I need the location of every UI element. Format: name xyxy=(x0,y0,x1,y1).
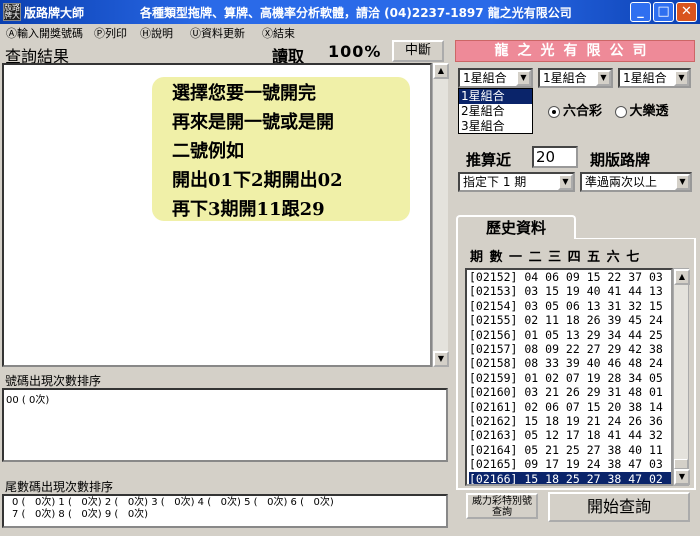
combo-star-3[interactable]: 1星組合 ▼ xyxy=(618,68,691,88)
radio-liuhecai-label[interactable]: 六合彩 xyxy=(563,104,602,119)
title-bar: 版路牌大 版路牌大師 各種類型拖牌、算牌、高機率分析軟體，請洽 (04)2237… xyxy=(0,0,700,24)
number-frequency-title: 號碼出現次數排序 xyxy=(5,374,102,388)
combo-value: 指定下 1 期 xyxy=(463,175,527,189)
combo-star-2[interactable]: 1星組合 ▼ xyxy=(538,68,613,88)
maximize-button[interactable]: □ xyxy=(653,2,674,22)
radio-daletou[interactable] xyxy=(614,105,627,118)
menu-bar: Ⓐ輸入開獎號碼 Ⓟ列印 Ⓗ說明 Ⓤ資料更新 Ⓧ結束 xyxy=(0,24,700,40)
frequency-entry: 00 ( 0次) xyxy=(6,395,50,406)
menu-input-numbers[interactable]: Ⓐ輸入開獎號碼 xyxy=(6,25,83,41)
history-row[interactable]: [02166] 15 18 25 27 38 47 02 xyxy=(469,471,671,484)
close-button[interactable]: ✕ xyxy=(676,2,697,22)
stop-button[interactable]: 中斷 xyxy=(392,40,444,62)
period-count-input[interactable]: 20 xyxy=(532,146,578,168)
menu-help[interactable]: Ⓗ說明 xyxy=(140,25,173,41)
combo-value: 1星組合 xyxy=(543,71,587,85)
special-button-line: 威力彩特別號 xyxy=(472,496,532,507)
calc-label: 推算近 xyxy=(466,151,512,169)
combo-star-1[interactable]: 1星組合 ▼ xyxy=(458,68,533,88)
tip-line: 再來是開一號或是開 xyxy=(172,112,334,133)
special-button-line: 查詢 xyxy=(492,507,512,518)
tip-line: 選擇您要一號開完 xyxy=(172,83,316,104)
company-banner: 龍之光有限公司 xyxy=(455,40,695,62)
tip-box: 選擇您要一號開完 再來是開一號或是開 二號例如 開出01下2期開出02 再下3期… xyxy=(152,77,410,221)
progress-percent: 100% xyxy=(328,42,382,61)
history-row[interactable]: [02156] 01 05 13 29 34 44 25 xyxy=(469,328,671,342)
history-row[interactable]: [02154] 03 05 06 13 31 32 15 xyxy=(469,299,671,313)
tip-line: 開出01下2期開出02 xyxy=(172,170,343,191)
filter-select[interactable]: 準過兩次以上 ▼ xyxy=(580,172,692,192)
tail-line: 7 ( 0次) 8 ( 0次) 9 ( 0次) xyxy=(12,509,149,520)
history-row[interactable]: [02163] 05 12 17 18 41 44 32 xyxy=(469,428,671,442)
history-row[interactable]: [02157] 08 09 22 27 29 42 38 xyxy=(469,342,671,356)
combo-value: 1星組合 xyxy=(623,71,667,85)
lottery-type-radio-group: 六合彩 大樂透 xyxy=(548,100,669,119)
dropdown-option[interactable]: 3星組合 xyxy=(459,119,532,134)
tail-frequency-list[interactable]: 0 ( 0次) 1 ( 0次) 2 ( 0次) 3 ( 0次) 4 ( 0次) … xyxy=(2,494,448,528)
scroll-down-icon[interactable]: ▼ xyxy=(433,351,449,367)
dropdown-option[interactable]: 2星組合 xyxy=(459,104,532,119)
special-number-query-button[interactable]: 威力彩特別號 查詢 xyxy=(466,493,538,519)
history-row[interactable]: [02158] 08 33 39 40 46 48 24 xyxy=(469,356,671,370)
scroll-thumb[interactable] xyxy=(674,459,688,469)
history-row[interactable]: [02160] 03 21 26 29 31 48 01 xyxy=(469,385,671,399)
history-list[interactable]: [02152] 04 06 09 15 22 37 03 [02153] 03 1… xyxy=(465,268,673,486)
tail-line: 0 ( 0次) 1 ( 0次) 2 ( 0次) 3 ( 0次) 4 ( 0次) … xyxy=(12,497,334,508)
result-scrollbar[interactable]: ▲ ▼ xyxy=(432,63,449,367)
app-icon[interactable]: 版路牌大 xyxy=(3,3,21,21)
scroll-down-icon[interactable]: ▼ xyxy=(674,469,690,485)
star-dropdown-list[interactable]: 1星組合 2星組合 3星組合 xyxy=(458,88,533,134)
tail-frequency-title: 尾數碼出現次數排序 xyxy=(5,480,114,494)
board-label: 期版路牌 xyxy=(590,151,651,169)
chevron-down-icon[interactable]: ▼ xyxy=(596,70,611,86)
tip-line: 二號例如 xyxy=(172,141,244,162)
window-title: 版路牌大師 xyxy=(24,6,85,20)
number-frequency-list[interactable]: 00 ( 0次) xyxy=(2,388,448,462)
dropdown-option[interactable]: 1星組合 xyxy=(459,89,532,104)
history-row[interactable]: [02159] 01 02 07 19 28 34 05 xyxy=(469,371,671,385)
menu-exit[interactable]: Ⓧ結束 xyxy=(262,25,295,41)
chevron-down-icon[interactable]: ▼ xyxy=(674,70,689,86)
history-header: 期 數 一 二 三 四 五 六 七 xyxy=(470,250,641,265)
menu-update-data[interactable]: Ⓤ資料更新 xyxy=(190,25,245,41)
history-scrollbar[interactable]: ▲ ▼ xyxy=(673,268,690,486)
history-row[interactable]: [02153] 03 15 19 40 41 44 13 xyxy=(469,284,671,298)
start-query-button[interactable]: 開始查詢 xyxy=(548,492,690,522)
chevron-down-icon[interactable]: ▼ xyxy=(558,174,573,190)
history-row[interactable]: [02155] 02 11 18 26 39 45 24 xyxy=(469,313,671,327)
history-row[interactable]: [02161] 02 06 07 15 20 38 14 xyxy=(469,400,671,414)
history-row[interactable]: [02164] 05 21 25 27 38 40 11 xyxy=(469,443,671,457)
scroll-up-icon[interactable]: ▲ xyxy=(433,63,449,79)
chevron-down-icon[interactable]: ▼ xyxy=(516,70,531,86)
scroll-up-icon[interactable]: ▲ xyxy=(674,269,690,285)
tip-line: 再下3期開11跟29 xyxy=(172,199,325,220)
combo-value: 準過兩次以上 xyxy=(585,175,658,189)
combo-value: 1星組合 xyxy=(463,71,507,85)
tab-history[interactable]: 歷史資料 xyxy=(456,215,576,239)
menu-print[interactable]: Ⓟ列印 xyxy=(94,25,127,41)
history-row[interactable]: [02162] 15 18 19 21 24 26 36 xyxy=(469,414,671,428)
chevron-down-icon[interactable]: ▼ xyxy=(675,174,690,190)
radio-daletou-label[interactable]: 大樂透 xyxy=(630,104,669,119)
title-marquee: 各種類型拖牌、算牌、高機率分析軟體，請洽 (04)2237-1897 龍之光有限… xyxy=(140,6,572,20)
history-row[interactable]: [02165] 09 17 19 24 38 47 03 xyxy=(469,457,671,471)
period-select[interactable]: 指定下 1 期 ▼ xyxy=(458,172,575,192)
radio-liuhecai[interactable] xyxy=(548,105,560,118)
minimize-button[interactable]: _ xyxy=(630,2,651,22)
history-row[interactable]: [02152] 04 06 09 15 22 37 03 xyxy=(469,270,671,284)
